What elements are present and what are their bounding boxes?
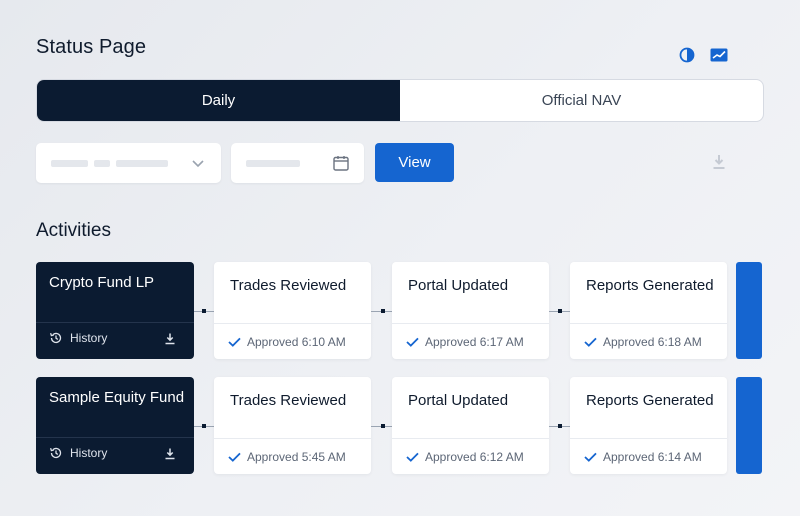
- fund-select[interactable]: [36, 143, 221, 183]
- connector-dot: [381, 309, 385, 313]
- check-icon: [228, 337, 241, 347]
- connector-dot: [558, 309, 562, 313]
- history-label: History: [70, 331, 108, 345]
- chart-icon[interactable]: [710, 46, 728, 64]
- step-status: Approved 6:14 AM: [584, 450, 702, 464]
- download-icon[interactable]: [163, 447, 177, 461]
- placeholder-bar: [246, 160, 300, 167]
- status-text: Approved 6:17 AM: [425, 335, 524, 349]
- placeholder-bar: [116, 160, 168, 167]
- contrast-icon[interactable]: [678, 46, 696, 64]
- status-text: Approved 6:12 AM: [425, 450, 524, 464]
- history-icon: [49, 332, 62, 344]
- step-title: Trades Reviewed: [230, 392, 347, 409]
- step-card[interactable]: Reports Generated Approved 6:18 AM: [570, 262, 727, 359]
- download-icon[interactable]: [163, 332, 177, 346]
- history-icon: [49, 447, 62, 459]
- step-title: Portal Updated: [408, 392, 509, 409]
- view-button[interactable]: View: [375, 143, 454, 182]
- divider: [214, 438, 371, 439]
- step-card[interactable]: Trades Reviewed Approved 5:45 AM: [214, 377, 371, 474]
- fund-name: Sample Equity Fund: [49, 389, 185, 406]
- divider: [570, 323, 727, 324]
- divider: [392, 323, 549, 324]
- fund-name: Crypto Fund LP: [49, 274, 155, 291]
- divider: [36, 322, 194, 323]
- check-icon: [584, 452, 597, 462]
- download-icon[interactable]: [710, 153, 728, 171]
- activities-title: Activities: [36, 220, 111, 241]
- history-link[interactable]: History: [49, 331, 107, 345]
- step-title: Trades Reviewed: [230, 277, 347, 294]
- fund-card: Sample Equity Fund History: [36, 377, 194, 474]
- fund-card: Crypto Fund LP History: [36, 262, 194, 359]
- tab-daily[interactable]: Daily: [37, 80, 400, 121]
- page-title: Status Page: [36, 36, 147, 58]
- divider: [214, 323, 371, 324]
- status-text: Approved 6:18 AM: [603, 335, 702, 349]
- connector-dot: [202, 309, 206, 313]
- step-status: Approved 6:17 AM: [406, 335, 524, 349]
- row-action-tab[interactable]: [736, 377, 762, 474]
- check-icon: [584, 337, 597, 347]
- history-label: History: [70, 446, 108, 460]
- status-text: Approved 6:10 AM: [247, 335, 346, 349]
- divider: [570, 438, 727, 439]
- step-card[interactable]: Reports Generated Approved 6:14 AM: [570, 377, 727, 474]
- history-link[interactable]: History: [49, 446, 107, 460]
- chevron-down-icon: [192, 160, 204, 168]
- view-tabs: Daily Official NAV: [36, 79, 764, 122]
- step-status: Approved 6:18 AM: [584, 335, 702, 349]
- step-status: Approved 6:12 AM: [406, 450, 524, 464]
- row-action-tab[interactable]: [736, 262, 762, 359]
- connector-dot: [202, 424, 206, 428]
- step-title: Reports Generated: [586, 392, 714, 409]
- check-icon: [228, 452, 241, 462]
- date-field[interactable]: [231, 143, 364, 183]
- check-icon: [406, 337, 419, 347]
- connector-dot: [381, 424, 385, 428]
- divider: [392, 438, 549, 439]
- connector-dot: [558, 424, 562, 428]
- step-card[interactable]: Portal Updated Approved 6:12 AM: [392, 377, 549, 474]
- divider: [36, 437, 194, 438]
- step-card[interactable]: Portal Updated Approved 6:17 AM: [392, 262, 549, 359]
- check-icon: [406, 452, 419, 462]
- status-text: Approved 6:14 AM: [603, 450, 702, 464]
- calendar-icon[interactable]: [332, 154, 350, 172]
- step-status: Approved 5:45 AM: [228, 450, 346, 464]
- step-card[interactable]: Trades Reviewed Approved 6:10 AM: [214, 262, 371, 359]
- placeholder-bar: [94, 160, 110, 167]
- status-text: Approved 5:45 AM: [247, 450, 346, 464]
- placeholder-bar: [51, 160, 88, 167]
- step-title: Reports Generated: [586, 277, 714, 294]
- step-status: Approved 6:10 AM: [228, 335, 346, 349]
- step-title: Portal Updated: [408, 277, 509, 294]
- tab-official-nav[interactable]: Official NAV: [400, 80, 763, 121]
